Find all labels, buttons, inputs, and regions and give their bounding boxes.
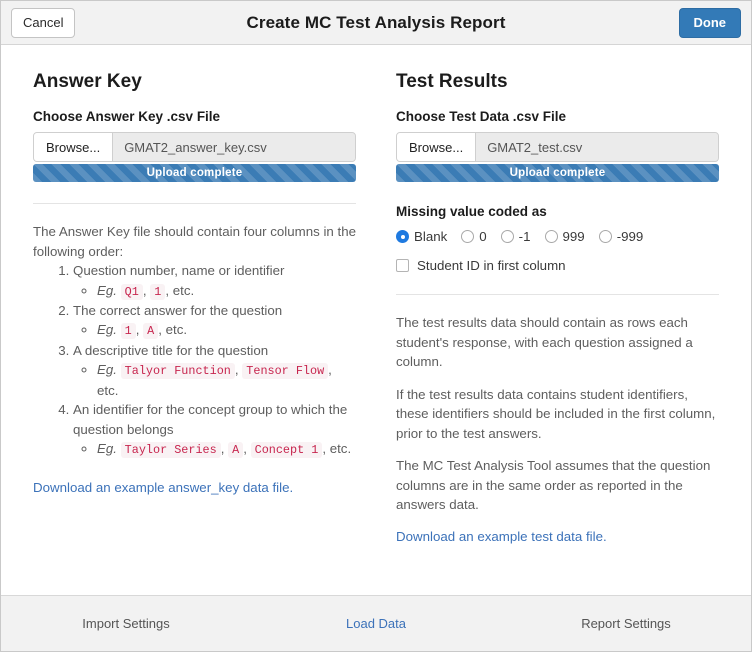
create-report-dialog: Cancel Create MC Test Analysis Report Do… (0, 0, 752, 652)
answer-key-panel: Answer Key Choose Answer Key .csv File B… (21, 71, 376, 595)
test-data-file-name: GMAT2_test.csv (476, 133, 718, 161)
example-list: Eg. Q1, 1, etc. (73, 281, 356, 301)
radio-option-minus1[interactable]: -1 (500, 229, 531, 244)
answer-key-upload-progress: Upload complete (33, 164, 356, 182)
radio-option-0[interactable]: 0 (461, 229, 487, 244)
radio-label: 999 (562, 229, 585, 244)
radio-option-999[interactable]: 999 (544, 229, 585, 244)
column-description: The correct answer for the question (73, 302, 283, 318)
student-id-checkbox-row[interactable]: Student ID in first column (396, 258, 719, 273)
wizard-tab-bar: Import Settings Load Data Report Setting… (1, 595, 751, 651)
radio-label: -999 (616, 229, 644, 244)
tab-import-settings[interactable]: Import Settings (1, 616, 251, 631)
list-item: The correct answer for the question Eg. … (73, 301, 356, 341)
dialog-header: Cancel Create MC Test Analysis Report Do… (1, 1, 751, 45)
test-data-browse-button[interactable]: Browse... (397, 133, 477, 161)
code-separator: , (243, 441, 247, 457)
list-item: Eg. Q1, 1, etc. (97, 281, 356, 301)
radio-indicator-icon[interactable] (461, 230, 475, 243)
answer-key-file-label: Choose Answer Key .csv File (33, 109, 221, 124)
code-example: 1 (120, 323, 136, 340)
code-separator: , (220, 441, 225, 457)
example-list: Eg. 1, A, etc. (73, 320, 356, 340)
code-example: Taylor Series (120, 442, 221, 459)
test-data-file-input[interactable]: Browse... GMAT2_test.csv (396, 132, 719, 162)
missing-value-radio-group[interactable]: Blank 0 -1 999 -999 (396, 229, 719, 244)
radio-indicator-icon[interactable] (500, 230, 514, 243)
test-results-paragraph: The MC Test Analysis Tool assumes that t… (396, 458, 711, 513)
radio-indicator-icon[interactable] (598, 230, 612, 243)
test-data-download-link[interactable]: Download an example test data file. (396, 529, 607, 544)
answer-key-intro-text: The Answer Key file should contain four … (33, 224, 356, 259)
tab-load-data[interactable]: Load Data (251, 616, 501, 631)
list-item: A descriptive title for the question Eg.… (73, 341, 356, 400)
answer-key-progress-text: Upload complete (146, 167, 243, 179)
test-data-file-label: Choose Test Data .csv File (396, 109, 567, 124)
answer-key-divider (33, 203, 356, 204)
eg-label: Eg. (97, 362, 117, 378)
eg-suffix: , etc. (165, 282, 195, 298)
eg-label: Eg. (97, 441, 117, 457)
radio-option-blank[interactable]: Blank (396, 229, 447, 244)
answer-key-column-list: Question number, name or identifier Eg. … (33, 261, 356, 460)
code-separator: , (142, 282, 147, 298)
code-example: 1 (150, 283, 166, 300)
code-example: A (143, 323, 159, 340)
list-item: An identifier for the concept group to w… (73, 400, 356, 459)
eg-suffix: , etc. (158, 322, 188, 338)
example-list: Eg. Talyor Function, Tensor Flow, etc. (73, 360, 356, 400)
radio-indicator-icon[interactable] (396, 230, 409, 243)
radio-label: Blank (414, 229, 448, 244)
answer-key-download-link[interactable]: Download an example answer_key data file… (33, 480, 293, 495)
list-item: Eg. Taylor Series, A, Concept 1, etc. (97, 439, 356, 459)
list-item: Question number, name or identifier Eg. … (73, 261, 356, 301)
test-results-paragraph: The test results data should contain as … (396, 315, 693, 370)
answer-key-browse-button[interactable]: Browse... (34, 133, 114, 161)
code-example: Q1 (120, 283, 143, 300)
test-data-progress-text: Upload complete (509, 167, 606, 179)
code-example: A (228, 442, 244, 459)
eg-suffix: , etc. (322, 441, 352, 457)
eg-label: Eg. (97, 282, 117, 298)
test-results-paragraph: If the test results data contains studen… (396, 386, 716, 441)
list-item: Eg. 1, A, etc. (97, 320, 356, 340)
answer-key-file-name: GMAT2_answer_key.csv (113, 133, 355, 161)
test-results-divider (396, 294, 719, 295)
student-id-label: Student ID in first column (417, 258, 566, 273)
done-button[interactable]: Done (678, 8, 741, 38)
eg-label: Eg. (97, 322, 117, 338)
checkbox-icon[interactable] (396, 259, 409, 272)
test-results-title: Test Results (396, 71, 508, 92)
radio-option-minus999[interactable]: -999 (598, 229, 644, 244)
test-data-upload-progress: Upload complete (396, 164, 719, 182)
code-example: Concept 1 (250, 442, 323, 459)
cancel-button[interactable]: Cancel (11, 8, 76, 38)
code-separator: , (135, 322, 140, 338)
missing-value-label: Missing value coded as (396, 204, 547, 219)
answer-key-title: Answer Key (33, 71, 142, 92)
list-item: Eg. Talyor Function, Tensor Flow, etc. (97, 360, 356, 400)
dialog-title: Create MC Test Analysis Report (246, 12, 506, 32)
radio-indicator-icon[interactable] (544, 230, 558, 243)
example-list: Eg. Taylor Series, A, Concept 1, etc. (73, 439, 356, 459)
code-separator: , (234, 362, 239, 378)
dialog-body: Answer Key Choose Answer Key .csv File B… (1, 45, 751, 595)
test-results-panel: Test Results Choose Test Data .csv File … (376, 71, 731, 595)
tab-report-settings[interactable]: Report Settings (501, 616, 751, 631)
radio-label: -1 (518, 229, 531, 244)
code-example: Tensor Flow (242, 363, 329, 380)
column-description: A descriptive title for the question (73, 342, 269, 358)
answer-key-file-input[interactable]: Browse... GMAT2_answer_key.csv (33, 132, 356, 162)
column-description: Question number, name or identifier (73, 263, 285, 279)
code-example: Talyor Function (120, 363, 235, 380)
radio-label: 0 (479, 229, 487, 244)
column-description: An identifier for the concept group to w… (73, 402, 348, 437)
